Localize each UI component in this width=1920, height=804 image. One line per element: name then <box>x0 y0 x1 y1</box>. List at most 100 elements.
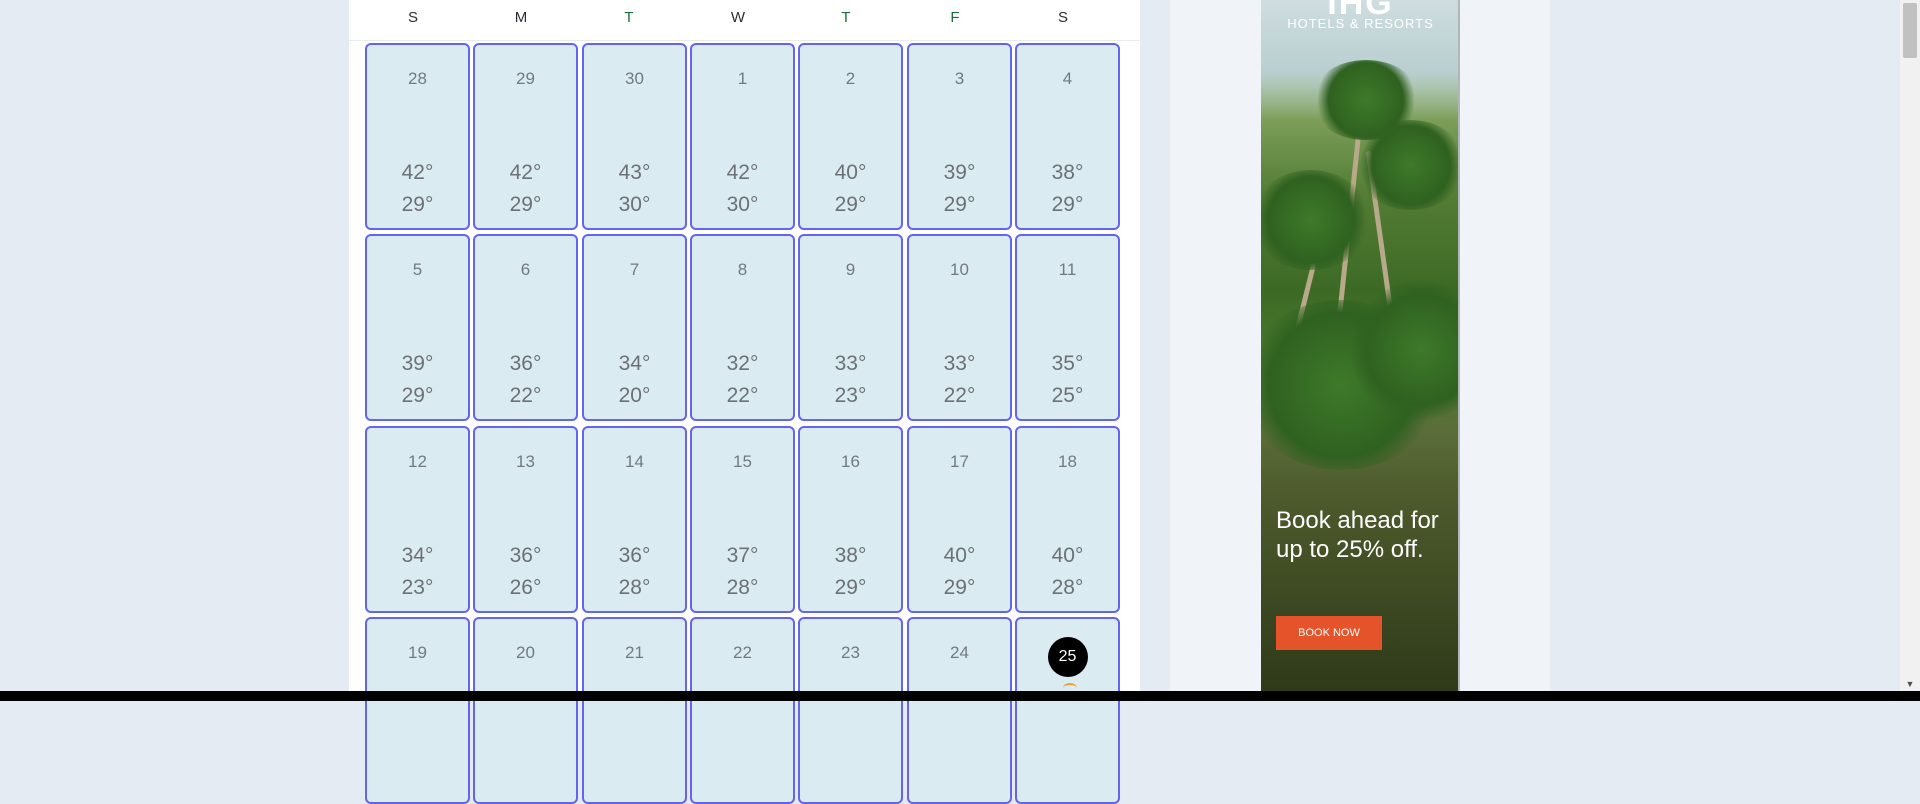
page-scrollbar[interactable]: ▼ <box>1900 0 1920 691</box>
day-number: 16 <box>841 452 860 471</box>
day-cell[interactable]: 8 32° 22° <box>690 234 795 421</box>
day-cell[interactable]: 4 38° 29° <box>1015 43 1120 230</box>
day-cell[interactable]: 24 <box>907 617 1012 804</box>
scroll-down-arrow-icon[interactable]: ▼ <box>1900 677 1920 691</box>
ad-brand: HOTELS & RESORTS <box>1287 16 1434 31</box>
day-number: 24 <box>950 643 969 662</box>
high-temp: 43° <box>618 161 651 184</box>
day-number: 13 <box>516 452 535 471</box>
high-temp: 34° <box>401 544 434 567</box>
bottom-bar <box>0 691 1920 701</box>
palm-canopy <box>1261 170 1371 270</box>
day-number: 30 <box>625 69 644 88</box>
day-cell[interactable]: 3 39° 29° <box>907 43 1012 230</box>
ad-headline: Book ahead for up to 25% off. <box>1276 507 1439 563</box>
day-number: 19 <box>408 643 427 662</box>
high-temp: 32° <box>726 352 759 375</box>
day-number: 5 <box>412 260 423 279</box>
day-number: 3 <box>954 69 965 88</box>
day-number: 29 <box>516 69 535 88</box>
high-temp: 36° <box>509 352 542 375</box>
day-number: 15 <box>733 452 752 471</box>
weekday-fri: F <box>950 9 960 26</box>
weekday-sat: S <box>1057 9 1068 26</box>
day-cell[interactable]: 18 40° 28° <box>1015 426 1120 613</box>
day-cell[interactable]: 22 <box>690 617 795 804</box>
day-cell[interactable]: 15 37° 28° <box>690 426 795 613</box>
low-temp: 29° <box>1051 193 1084 216</box>
high-temp: 38° <box>1051 161 1084 184</box>
day-cell[interactable]: 1 42° 30° <box>690 43 795 230</box>
low-temp: 29° <box>509 193 542 216</box>
book-now-button[interactable]: BOOK NOW <box>1276 616 1382 650</box>
weekday-header: S M T W T F S <box>349 0 1140 41</box>
today-badge: 25 <box>1047 637 1088 677</box>
high-temp: 38° <box>834 544 867 567</box>
day-cell[interactable]: 12 34° 23° <box>365 426 470 613</box>
high-temp: 39° <box>943 161 976 184</box>
day-cell[interactable]: 5 39° 29° <box>365 234 470 421</box>
low-temp: 29° <box>943 576 976 599</box>
day-cell[interactable]: 25 <box>1015 617 1120 804</box>
day-cell[interactable]: 20 <box>473 617 578 804</box>
low-temp: 23° <box>834 384 867 407</box>
day-number: 17 <box>950 452 969 471</box>
day-cell[interactable]: 23 <box>798 617 903 804</box>
day-cell[interactable]: 10 33° 22° <box>907 234 1012 421</box>
high-temp: 37° <box>726 544 759 567</box>
low-temp: 20° <box>618 384 651 407</box>
day-cell[interactable]: 28 42° 29° <box>365 43 470 230</box>
low-temp: 29° <box>834 193 867 216</box>
day-cell[interactable]: 9 33° 23° <box>798 234 903 421</box>
high-temp: 42° <box>401 161 434 184</box>
day-number: 14 <box>625 452 644 471</box>
day-cell[interactable]: 29 42° 29° <box>473 43 578 230</box>
ad-border <box>1458 0 1460 691</box>
day-number: 7 <box>629 260 640 279</box>
day-cell[interactable]: 13 36° 26° <box>473 426 578 613</box>
day-cell[interactable]: 2 40° 29° <box>798 43 903 230</box>
day-number: 9 <box>845 260 856 279</box>
low-temp: 29° <box>834 576 867 599</box>
day-cell[interactable]: 6 36° 22° <box>473 234 578 421</box>
day-cell[interactable]: 14 36° 28° <box>582 426 687 613</box>
day-cell[interactable]: 16 38° 29° <box>798 426 903 613</box>
day-cell[interactable]: 11 35° 25° <box>1015 234 1120 421</box>
high-temp: 34° <box>618 352 651 375</box>
low-temp: 29° <box>401 193 434 216</box>
day-number: 6 <box>520 260 531 279</box>
day-cell[interactable]: 30 43° 30° <box>582 43 687 230</box>
day-number: 22 <box>733 643 752 662</box>
day-number: 2 <box>845 69 856 88</box>
palm-canopy <box>1356 120 1460 210</box>
day-cell[interactable]: 19 <box>365 617 470 804</box>
ad-banner[interactable]: IHG HOTELS & RESORTS Book ahead for up t… <box>1261 0 1460 691</box>
low-temp: 28° <box>618 576 651 599</box>
low-temp: 29° <box>943 193 976 216</box>
low-temp: 23° <box>401 576 434 599</box>
low-temp: 26° <box>509 576 542 599</box>
low-temp: 30° <box>726 193 759 216</box>
calendar-panel: S M T W T F S 28 42° 29° 29 42° 29° 30 43° 30° 1 4… <box>349 0 1140 804</box>
low-temp: 28° <box>1051 576 1084 599</box>
high-temp: 40° <box>943 544 976 567</box>
high-temp: 36° <box>509 544 542 567</box>
scroll-thumb[interactable] <box>1903 3 1917 58</box>
weekday-sun: S <box>407 9 418 26</box>
day-number: 23 <box>841 643 860 662</box>
low-temp: 28° <box>726 576 759 599</box>
day-number: 11 <box>1058 260 1077 279</box>
day-cell[interactable]: 21 <box>582 617 687 804</box>
day-number: 8 <box>737 260 748 279</box>
day-number: 28 <box>408 69 427 88</box>
high-temp: 42° <box>509 161 542 184</box>
high-temp: 40° <box>834 161 867 184</box>
low-temp: 22° <box>943 384 976 407</box>
high-temp: 33° <box>943 352 976 375</box>
day-number: 12 <box>408 452 427 471</box>
low-temp: 29° <box>401 384 434 407</box>
low-temp: 25° <box>1051 384 1084 407</box>
day-cell[interactable]: 17 40° 29° <box>907 426 1012 613</box>
day-number: 18 <box>1058 452 1077 471</box>
day-cell[interactable]: 7 34° 20° <box>582 234 687 421</box>
